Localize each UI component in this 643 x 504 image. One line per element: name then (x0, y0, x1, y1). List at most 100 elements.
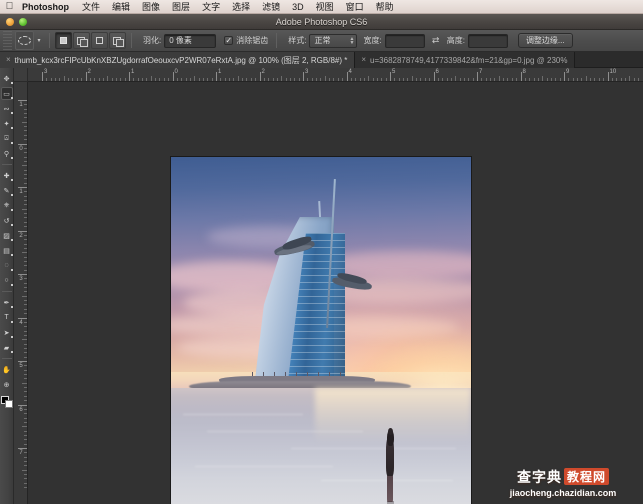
hand-tool[interactable]: ✋ (1, 363, 13, 376)
lasso-tool[interactable]: ∾ (1, 102, 13, 115)
ruler-minor-tick (155, 78, 157, 81)
marquee-tool[interactable]: ▭ (0, 87, 13, 100)
add-to-selection-button[interactable] (73, 32, 90, 49)
app-title: Adobe Photoshop CS6 (275, 17, 368, 27)
intersect-with-selection-button[interactable] (109, 32, 126, 49)
swap-arrows-icon[interactable]: ⇄ (429, 34, 443, 48)
eyedropper-tool[interactable]: ⚲ (1, 147, 13, 160)
ruler-minor-tick (24, 443, 27, 445)
height-label: 高度: (446, 36, 465, 45)
canvas-workspace[interactable]: 查字典 教程网 jiaocheng.chazidian.com (28, 82, 643, 504)
zoom-tool[interactable]: ⊕ (1, 378, 13, 391)
vertical-ruler[interactable]: 101234567 (14, 82, 28, 504)
color-swatches[interactable] (0, 396, 13, 408)
ruler-minor-tick (198, 78, 200, 81)
menu-item-image[interactable]: 图像 (136, 0, 166, 14)
ruler-minor-tick (24, 408, 27, 410)
divider (1, 358, 12, 359)
clone-stamp-tool[interactable]: ⎈ (1, 199, 13, 212)
macos-menu-bar:  Photoshop 文件 编辑 图像 图层 文字 选择 滤镜 3D 视图 窗… (0, 0, 643, 14)
new-selection-button[interactable] (55, 32, 72, 49)
ruler-label: 7 (479, 69, 483, 75)
history-brush-tool[interactable]: ↺ (1, 214, 13, 227)
ruler-minor-tick (120, 78, 122, 81)
ruler-minor-tick (24, 265, 27, 267)
type-tool[interactable]: T (1, 311, 13, 324)
ruler-minor-tick (137, 78, 139, 81)
menu-item-select[interactable]: 选择 (226, 0, 256, 14)
chevron-down-icon[interactable]: ▾ (34, 31, 44, 50)
blur-tool[interactable]: ◌ (1, 259, 13, 272)
gradient-tool[interactable]: ▤ (1, 244, 13, 257)
crop-tool[interactable]: ⍓ (1, 132, 13, 145)
ruler-label: 2 (261, 69, 265, 75)
ruler-minor-tick (603, 78, 605, 81)
ruler-major-tick (18, 100, 27, 101)
menu-item-view[interactable]: 视图 (310, 0, 340, 14)
move-tool[interactable]: ✥ (1, 72, 13, 85)
ruler-minor-tick (150, 76, 152, 81)
ruler-minor-tick (381, 78, 383, 81)
height-input[interactable] (467, 33, 508, 48)
options-bar-grip[interactable] (3, 30, 12, 51)
ruler-minor-tick (211, 78, 213, 81)
menu-item-filter[interactable]: 滤镜 (256, 0, 286, 14)
ruler-minor-tick (24, 456, 27, 458)
pen-tool[interactable]: ✒ (1, 296, 13, 309)
ruler-minor-tick (24, 321, 27, 323)
document-tab-1[interactable]: × thumb_kcx3rcFIPcUbKnXBZUgdorrafOeouxcv… (0, 52, 356, 68)
antialias-checkbox[interactable]: ✓ (224, 36, 234, 45)
ruler-minor-tick (594, 78, 596, 81)
ruler-minor-tick (24, 226, 27, 228)
width-input[interactable] (384, 33, 425, 48)
watermark-brand: 查字典 (516, 469, 562, 486)
menu-item-layer[interactable]: 图层 (166, 0, 196, 14)
watermark: 查字典 教程网 jiaocheng.chazidian.com (489, 464, 637, 500)
menu-item-3d[interactable]: 3D (286, 0, 310, 14)
elliptical-marquee-icon[interactable] (15, 31, 34, 50)
quick-selection-tool[interactable]: ✦ (1, 117, 13, 130)
menu-item-type[interactable]: 文字 (196, 0, 226, 14)
ruler-minor-tick (24, 330, 27, 332)
subtract-from-selection-button[interactable] (91, 32, 108, 49)
menu-item-window[interactable]: 窗口 (340, 0, 370, 14)
path-selection-tool[interactable]: ➤ (1, 326, 13, 339)
healing-brush-tool[interactable]: ✚ (1, 169, 13, 182)
ruler-major-tick (42, 72, 43, 81)
ruler-minor-tick (633, 78, 635, 81)
menu-item-edit[interactable]: 编辑 (106, 0, 136, 14)
close-icon[interactable]: × (6, 56, 11, 64)
ruler-label: 0 (174, 69, 178, 75)
style-select[interactable]: 正常 ▲ ▼ (309, 33, 358, 48)
stepper-arrows-icon: ▲ ▼ (349, 35, 355, 46)
menu-item-help[interactable]: 帮助 (370, 0, 400, 14)
ruler-minor-tick (385, 78, 387, 81)
ruler-minor-tick (24, 191, 27, 193)
close-icon[interactable]: × (361, 56, 366, 64)
brush-tool[interactable]: ✎ (1, 184, 13, 197)
eraser-tool[interactable]: ▨ (1, 229, 13, 242)
ruler-minor-tick (24, 326, 27, 328)
document-tab-2[interactable]: × u=3682878749,4177339842&fm=21&gp=0.jpg… (355, 52, 576, 68)
ruler-minor-tick (24, 287, 27, 289)
horizontal-ruler[interactable]: 3 2 1 0 1 2 3 4 5 6 7 8 9 10 (28, 68, 643, 82)
ruler-minor-tick (559, 78, 561, 81)
ruler-corner[interactable] (14, 68, 28, 82)
ruler-minor-tick (24, 347, 27, 349)
feather-input[interactable]: 0 像素 (164, 33, 217, 48)
ruler-minor-tick (55, 78, 57, 81)
overlap-squares-icon (113, 36, 124, 47)
ruler-major-tick (216, 72, 217, 81)
dodge-tool[interactable]: ○ (1, 274, 13, 287)
background-color-swatch[interactable] (4, 400, 13, 408)
apple-logo-icon[interactable]:  (4, 1, 15, 13)
ruler-major-tick (520, 72, 522, 81)
shape-tool[interactable]: ▰ (1, 341, 13, 354)
menu-item-file[interactable]: 文件 (76, 0, 106, 14)
ruler-minor-tick (616, 78, 618, 81)
refine-edge-button[interactable]: 调整边缘... (517, 33, 573, 48)
ruler-minor-tick (24, 147, 27, 149)
menu-item-photoshop[interactable]: Photoshop (15, 0, 76, 14)
ruler-minor-tick (285, 78, 287, 81)
two-squares-icon (77, 36, 88, 47)
